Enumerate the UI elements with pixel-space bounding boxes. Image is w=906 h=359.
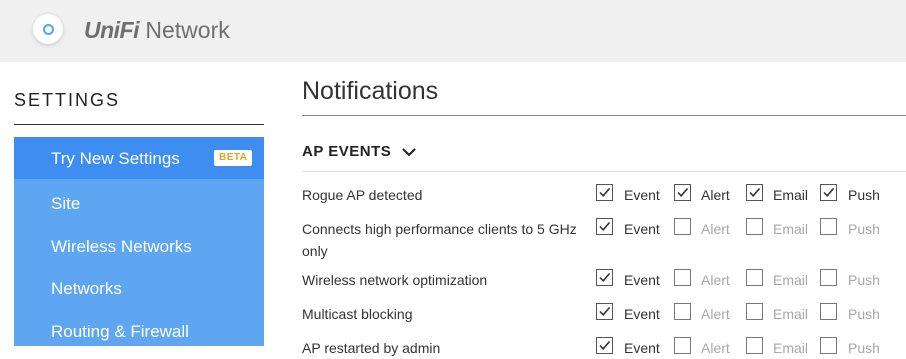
nav-item-try-new-settings[interactable]: Try New Settings BETA xyxy=(14,137,264,179)
ap-events-section-toggle[interactable]: AP EVENTS xyxy=(302,143,416,160)
chevron-down-icon xyxy=(402,147,416,156)
alert-label: Alert xyxy=(701,272,730,288)
top-bar: UniFi Network xyxy=(0,0,906,62)
alert-checkbox[interactable] xyxy=(674,184,691,201)
nav-item-networks[interactable]: Networks xyxy=(14,267,264,309)
event-name: Connects high performance clients to 5 G… xyxy=(302,221,577,259)
checkmark-icon xyxy=(677,187,689,197)
event-name: Rogue AP detected xyxy=(302,187,423,203)
event-name: Wireless network optimization xyxy=(302,272,488,288)
alert-checkbox[interactable] xyxy=(674,303,691,320)
event-label: Event xyxy=(624,187,660,203)
email-checkbox[interactable] xyxy=(746,218,763,235)
settings-nav: Try New Settings BETA Site Wireless Netw… xyxy=(14,137,264,346)
app-brand: UniFi Network xyxy=(84,17,230,43)
email-checkbox[interactable] xyxy=(746,269,763,286)
nav-item-routing-firewall[interactable]: Routing & Firewall xyxy=(14,310,264,346)
alert-checkbox[interactable] xyxy=(674,218,691,235)
email-label: Email xyxy=(773,272,809,288)
alert-label: Alert xyxy=(701,306,730,322)
push-label: Push xyxy=(848,221,880,237)
event-name: Multicast blocking xyxy=(302,306,413,322)
email-label: Email xyxy=(773,306,809,322)
event-checkbox[interactable] xyxy=(596,218,613,235)
push-label: Push xyxy=(848,187,880,203)
checkmark-icon xyxy=(599,306,611,316)
settings-heading: SETTINGS xyxy=(14,90,121,110)
push-checkbox[interactable] xyxy=(820,184,837,201)
push-checkbox[interactable] xyxy=(820,269,837,286)
checkmark-icon xyxy=(599,187,611,197)
section-divider xyxy=(302,171,906,172)
push-label: Push xyxy=(848,306,880,322)
event-checkbox[interactable] xyxy=(596,303,613,320)
email-checkbox[interactable] xyxy=(746,184,763,201)
title-divider xyxy=(302,115,906,116)
alert-checkbox[interactable] xyxy=(674,269,691,286)
push-checkbox[interactable] xyxy=(820,218,837,235)
email-label: Email xyxy=(773,221,809,237)
checkmark-icon xyxy=(749,187,761,197)
checkmark-icon xyxy=(823,187,835,197)
alert-label: Alert xyxy=(701,187,730,203)
push-label: Push xyxy=(848,340,880,356)
event-checkbox[interactable] xyxy=(596,269,613,286)
unifi-logo-icon xyxy=(33,14,63,44)
settings-divider xyxy=(14,124,264,125)
email-label: Email xyxy=(773,187,809,203)
event-checkbox[interactable] xyxy=(596,184,613,201)
event-label: Event xyxy=(624,221,660,237)
push-checkbox[interactable] xyxy=(820,303,837,320)
event-label: Event xyxy=(624,340,660,356)
push-label: Push xyxy=(848,272,880,288)
beta-badge: BETA xyxy=(214,150,253,166)
nav-item-site[interactable]: Site xyxy=(14,182,264,224)
alert-label: Alert xyxy=(701,221,730,237)
nav-item-wireless-networks[interactable]: Wireless Networks xyxy=(14,225,264,267)
email-label: Email xyxy=(773,340,809,356)
event-name: AP restarted by admin xyxy=(302,340,441,356)
checkmark-icon xyxy=(599,221,611,231)
event-label: Event xyxy=(624,306,660,322)
email-checkbox[interactable] xyxy=(746,303,763,320)
alert-label: Alert xyxy=(701,340,730,356)
checkmark-icon xyxy=(599,272,611,282)
event-label: Event xyxy=(624,272,660,288)
page-title: Notifications xyxy=(302,77,439,105)
